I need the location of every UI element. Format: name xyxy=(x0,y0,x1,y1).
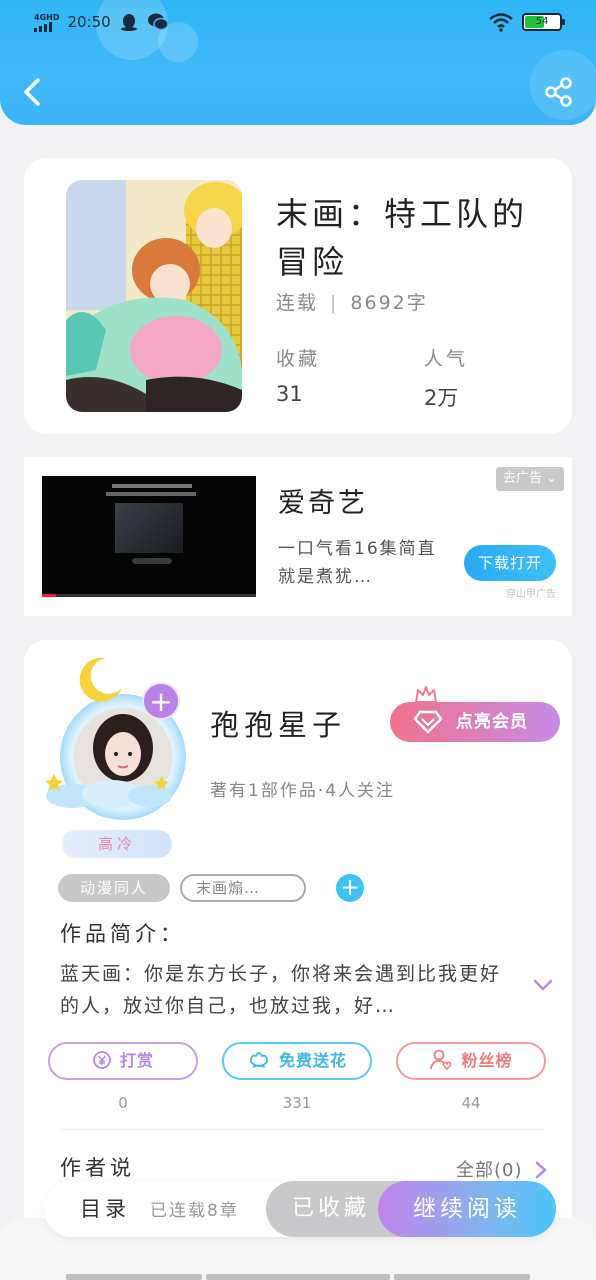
follow-plus-button[interactable]: + xyxy=(142,682,180,720)
send-flower-button[interactable]: 免费送花 xyxy=(222,1042,372,1080)
chevron-right-icon[interactable] xyxy=(534,1160,548,1180)
remove-ad-button[interactable]: 去广告 ⌄ xyxy=(496,467,564,491)
remove-ad-label: 去广告 xyxy=(502,471,542,486)
signal-icon: 4GHD xyxy=(34,13,59,32)
continue-reading-button[interactable]: 继续阅读 xyxy=(378,1181,556,1237)
reward-count: 0 xyxy=(118,1094,128,1112)
share-icon[interactable] xyxy=(544,76,574,108)
vip-label: 点亮会员 xyxy=(456,712,528,732)
flower-count: 331 xyxy=(282,1094,312,1112)
reward-label: 打赏 xyxy=(119,1051,154,1070)
toc-chapter-count: 已连载8章 xyxy=(150,1201,239,1221)
diamond-icon xyxy=(414,710,442,734)
header: 4GHD 20:50 54 xyxy=(0,0,596,125)
ad-title: 爱奇艺 xyxy=(278,488,368,519)
stat-popularity-label: 人气 xyxy=(424,348,469,370)
fans-count: 44 xyxy=(461,1094,481,1112)
ad-download-button[interactable]: 下载打开 xyxy=(464,545,556,581)
cloud-decoration xyxy=(45,774,172,808)
battery-icon: 54 xyxy=(522,13,565,31)
back-arrow-icon[interactable] xyxy=(18,74,48,110)
intro-label: 作品简介： xyxy=(60,922,185,946)
book-info-card: 末画：特工队的冒险 连载 | 8692字 收藏 31 人气 2万 xyxy=(24,158,572,434)
status-bar: 4GHD 20:50 54 xyxy=(0,0,596,48)
genre-tag[interactable]: 动漫同人 xyxy=(58,874,170,902)
divider xyxy=(60,1129,544,1130)
author-name[interactable]: 孢孢星子 xyxy=(210,702,346,744)
book-cover[interactable] xyxy=(66,180,242,412)
stat-favorites-label: 收藏 xyxy=(276,348,321,370)
intro-text[interactable]: 蓝天画：你是东方长子，你将来会遇到比我更好的人，放过你自己，也放过我，好… xyxy=(60,958,516,1022)
wifi-icon xyxy=(489,13,513,32)
book-status: 连载 xyxy=(276,292,319,314)
nav-indicator xyxy=(66,1274,202,1280)
author-avatar-group[interactable]: + 高冷 xyxy=(34,654,194,858)
stat-popularity-value: 2万 xyxy=(424,386,459,410)
author-subtitle: 著有1部作品·4人关注 xyxy=(210,781,396,801)
author-says-heading: 作者说 xyxy=(60,1156,135,1180)
network-label: 4GHD xyxy=(34,12,60,22)
send-flower-label: 免费送花 xyxy=(278,1051,347,1070)
vip-button[interactable]: 点亮会员 xyxy=(390,702,560,742)
book-title: 末画：特工队的冒险 xyxy=(276,195,529,281)
nav-indicator xyxy=(394,1274,530,1280)
wechat-icon xyxy=(147,13,169,31)
stat-favorites-value: 31 xyxy=(276,382,303,406)
add-tag-button[interactable]: + xyxy=(336,874,364,902)
toc-label: 目录 xyxy=(80,1197,130,1221)
crown-icon xyxy=(415,686,437,703)
fans-ranking-button[interactable]: 粉丝榜 xyxy=(396,1042,546,1080)
ad-video-thumbnail[interactable] xyxy=(42,476,256,597)
yen-coin-icon xyxy=(93,1051,111,1069)
author-card: + 高冷 孢孢星子 点亮会员 著有1部作品·4人关注 动漫同人 末画煽… + 作… xyxy=(24,640,572,1260)
book-meta: 连载 | 8692字 xyxy=(276,292,428,314)
fandom-tag[interactable]: 末画煽… xyxy=(180,874,306,902)
battery-level: 54 xyxy=(535,16,549,27)
level-badge: 高冷 xyxy=(62,830,172,858)
reward-button[interactable]: 打赏 xyxy=(48,1042,198,1080)
view-all-link[interactable]: 全部(0) xyxy=(456,1156,523,1182)
chevron-down-icon[interactable] xyxy=(532,978,554,992)
qq-icon xyxy=(120,14,137,31)
moon-icon xyxy=(79,657,122,702)
ad-description: 一口气看16集简直就是煮犹… xyxy=(278,539,437,587)
nav-indicator xyxy=(206,1274,390,1280)
person-heart-icon xyxy=(430,1049,452,1070)
ad-source: 穿山甲广告 xyxy=(506,589,556,600)
ad-banner[interactable]: 爱奇艺 一口气看16集简直就是煮犹… 去广告 ⌄ 下载打开 穿山甲广告 xyxy=(24,457,572,616)
book-word-count: 8692字 xyxy=(350,292,428,314)
flower-icon xyxy=(250,1052,268,1068)
bottom-action-bar: 目录 已连载8章 已收藏 继续阅读 xyxy=(44,1181,556,1237)
status-time: 20:50 xyxy=(67,13,111,31)
fans-ranking-label: 粉丝榜 xyxy=(461,1051,513,1070)
